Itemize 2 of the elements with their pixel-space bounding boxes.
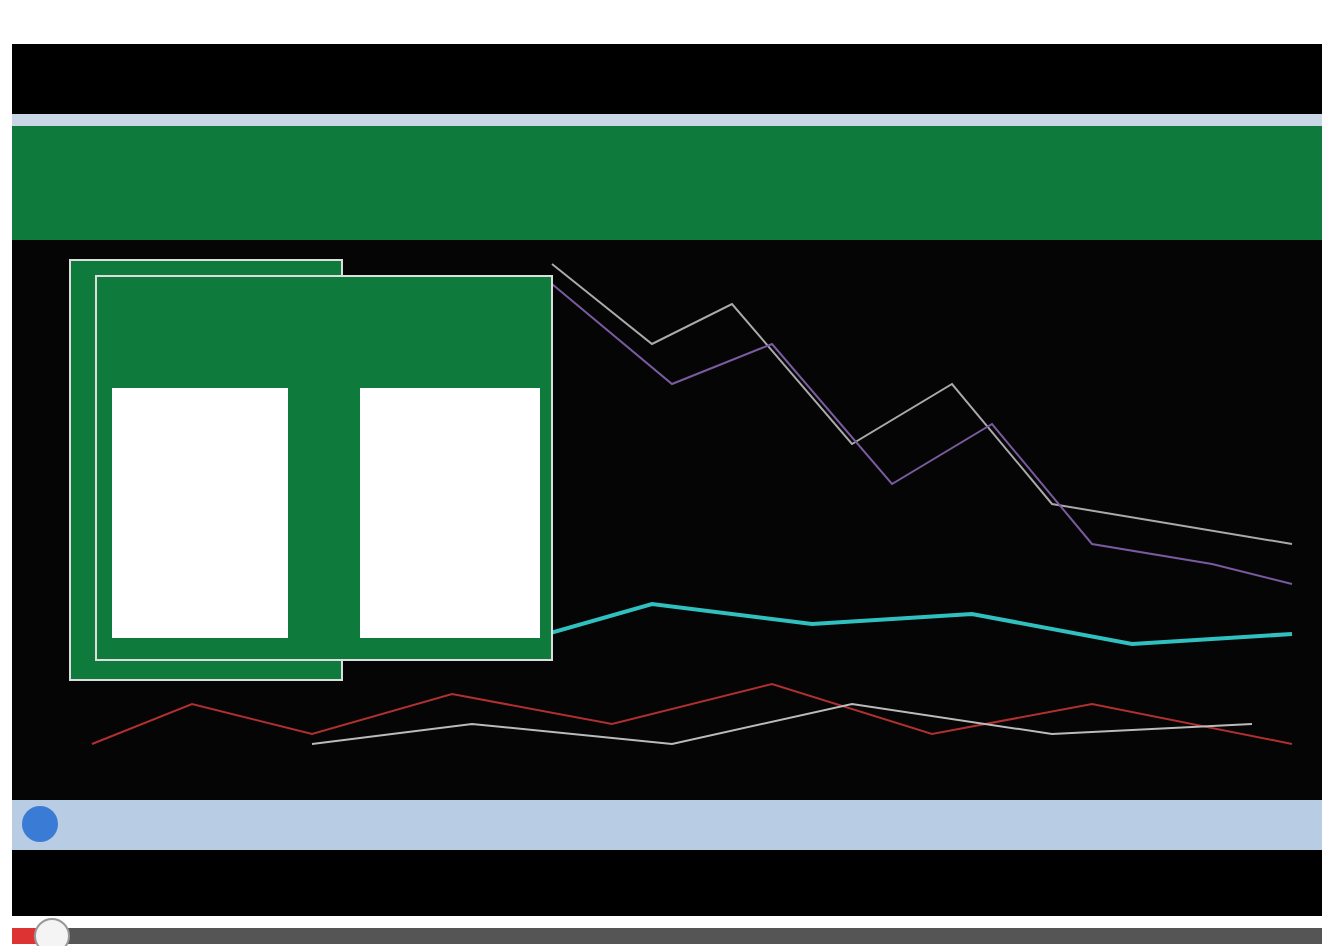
seek-handle[interactable] xyxy=(34,918,71,946)
seek-bar[interactable] xyxy=(12,918,1322,946)
